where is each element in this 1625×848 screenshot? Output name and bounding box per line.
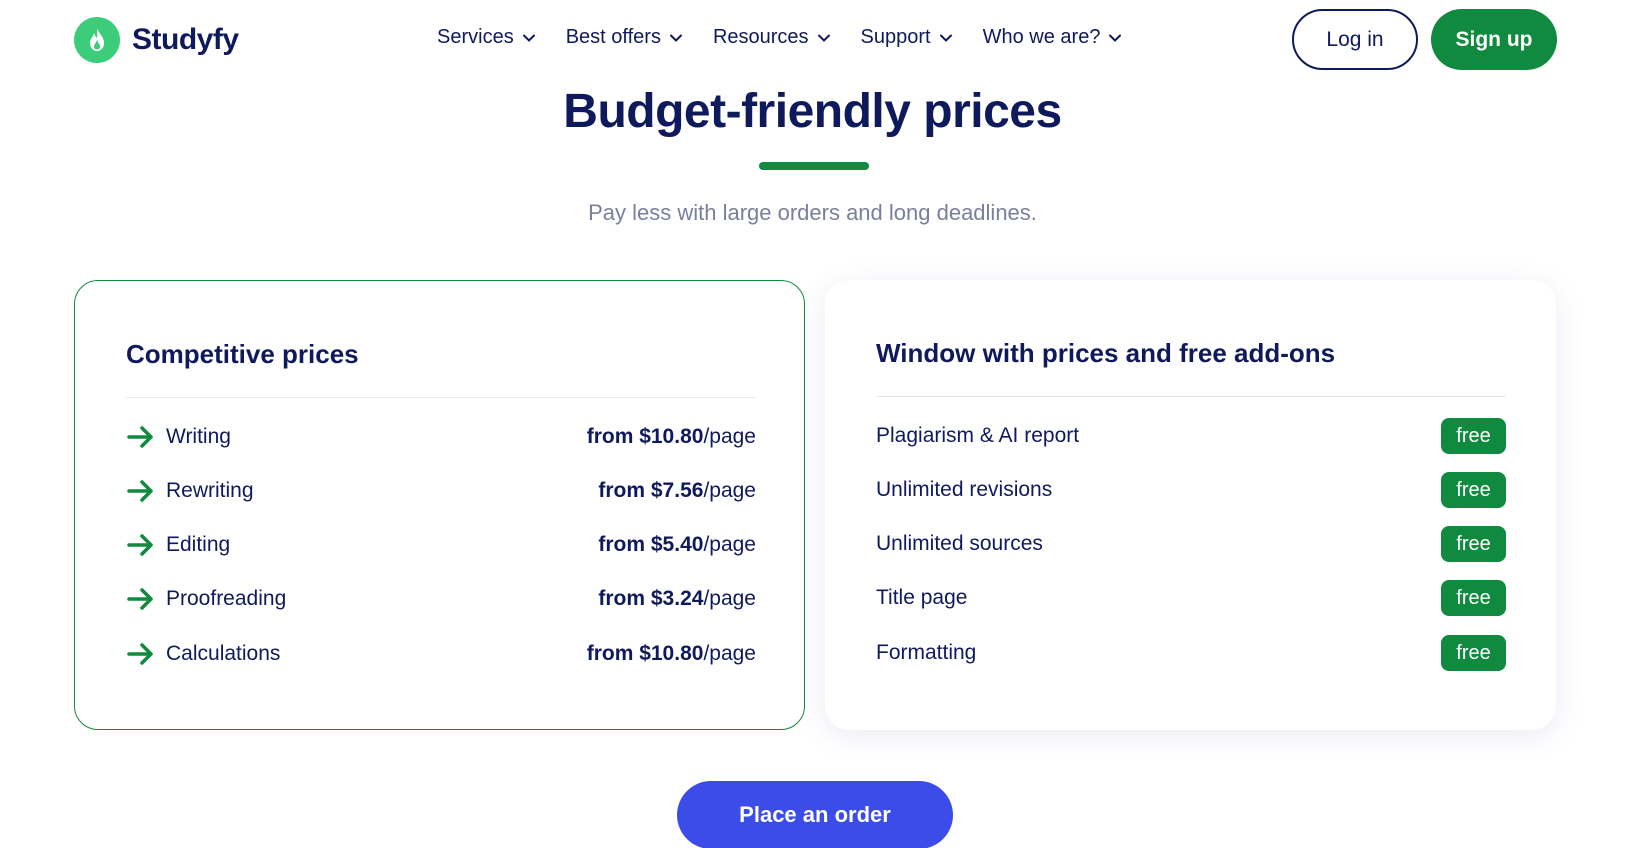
price-unit: /page <box>703 479 756 502</box>
nav-who-we-are[interactable]: Who we are? <box>983 26 1123 49</box>
addon-name: Title page <box>876 586 968 609</box>
nav-resources[interactable]: Resources <box>713 26 831 49</box>
price-unit: /page <box>703 642 756 665</box>
nav-label: Resources <box>712 26 809 48</box>
service-name: Writing <box>166 425 231 448</box>
addons-card-title: Window with prices and free add-ons <box>876 338 1336 368</box>
price-unit: /page <box>703 425 756 448</box>
price-unit: /page <box>703 587 756 610</box>
service-price: from $5.40/page <box>598 533 756 557</box>
free-badge: free <box>1441 580 1506 616</box>
arrow-right-icon <box>127 588 153 610</box>
price-amount: from $10.80 <box>586 425 704 448</box>
price-amount: from $7.56 <box>598 479 704 502</box>
service-price: from $10.80/page <box>587 425 756 449</box>
prices-card-title: Competitive prices <box>126 339 359 369</box>
free-badge: free <box>1441 418 1506 454</box>
addon-name: Formatting <box>876 641 977 664</box>
free-badge: free <box>1441 472 1506 508</box>
price-amount: from $10.80 <box>586 642 704 665</box>
price-row-proofreading: Proofreading from $3.24/page <box>126 579 756 619</box>
divider <box>876 396 1506 397</box>
price-unit: /page <box>703 533 756 556</box>
addon-row: Unlimited revisions free <box>876 470 1506 510</box>
addon-row: Formatting free <box>876 633 1506 673</box>
service-name: Proofreading <box>166 587 287 610</box>
nav-label: Services <box>437 26 514 48</box>
site-header: Studyfy Services Best offers Resources S… <box>0 0 1625 78</box>
price-row-editing: Editing from $5.40/page <box>126 525 756 565</box>
price-amount: from $3.24 <box>598 587 704 610</box>
page-subtitle: Pay less with large orders and long dead… <box>588 200 1037 225</box>
arrow-right-icon <box>127 426 153 448</box>
place-order-button[interactable]: Place an order <box>677 781 953 848</box>
addon-name: Unlimited revisions <box>876 478 1053 501</box>
brand-name: Studyfy <box>132 23 239 56</box>
free-badge: free <box>1441 635 1506 671</box>
nav-services[interactable]: Services <box>437 26 536 49</box>
chevron-down-icon <box>939 34 952 42</box>
brand-logo[interactable]: Studyfy <box>74 17 239 63</box>
nav-support[interactable]: Support <box>861 26 953 49</box>
price-amount: from $5.40 <box>598 533 704 556</box>
price-row-rewriting: Rewriting from $7.56/page <box>126 471 756 511</box>
service-name: Rewriting <box>166 479 254 502</box>
free-badge: free <box>1441 526 1506 562</box>
flame-icon <box>74 17 120 63</box>
arrow-right-icon <box>127 643 153 665</box>
price-row-calculations: Calculations from $10.80/page <box>126 634 756 674</box>
divider <box>126 397 756 398</box>
service-price: from $3.24/page <box>598 587 756 611</box>
title-underline <box>759 162 869 170</box>
chevron-down-icon <box>522 34 535 42</box>
nav-label: Support <box>860 26 931 48</box>
signup-button[interactable]: Sign up <box>1431 9 1557 70</box>
addon-row: Title page free <box>876 578 1506 618</box>
service-name: Editing <box>166 533 231 556</box>
nav-best-offers[interactable]: Best offers <box>566 26 683 49</box>
addon-name: Unlimited sources <box>876 532 1043 555</box>
main-nav: Services Best offers Resources Support W… <box>437 26 1152 49</box>
addon-row: Unlimited sources free <box>876 524 1506 564</box>
service-price: from $7.56/page <box>598 479 756 503</box>
prices-card: Competitive prices Writing from $10.80/p… <box>74 280 805 730</box>
chevron-down-icon <box>817 34 830 42</box>
addon-name: Plagiarism & AI report <box>876 424 1080 447</box>
addons-card: Window with prices and free add-ons Plag… <box>825 280 1556 730</box>
page-title: Budget-friendly prices <box>563 85 1062 138</box>
login-button[interactable]: Log in <box>1292 9 1418 70</box>
arrow-right-icon <box>127 480 153 502</box>
nav-label: Who we are? <box>982 26 1101 48</box>
service-price: from $10.80/page <box>587 642 756 666</box>
nav-label: Best offers <box>565 26 661 48</box>
chevron-down-icon <box>1109 34 1122 42</box>
service-name: Calculations <box>166 642 281 665</box>
addon-row: Plagiarism & AI report free <box>876 416 1506 456</box>
price-row-writing: Writing from $10.80/page <box>126 417 756 457</box>
chevron-down-icon <box>669 34 682 42</box>
arrow-right-icon <box>127 534 153 556</box>
